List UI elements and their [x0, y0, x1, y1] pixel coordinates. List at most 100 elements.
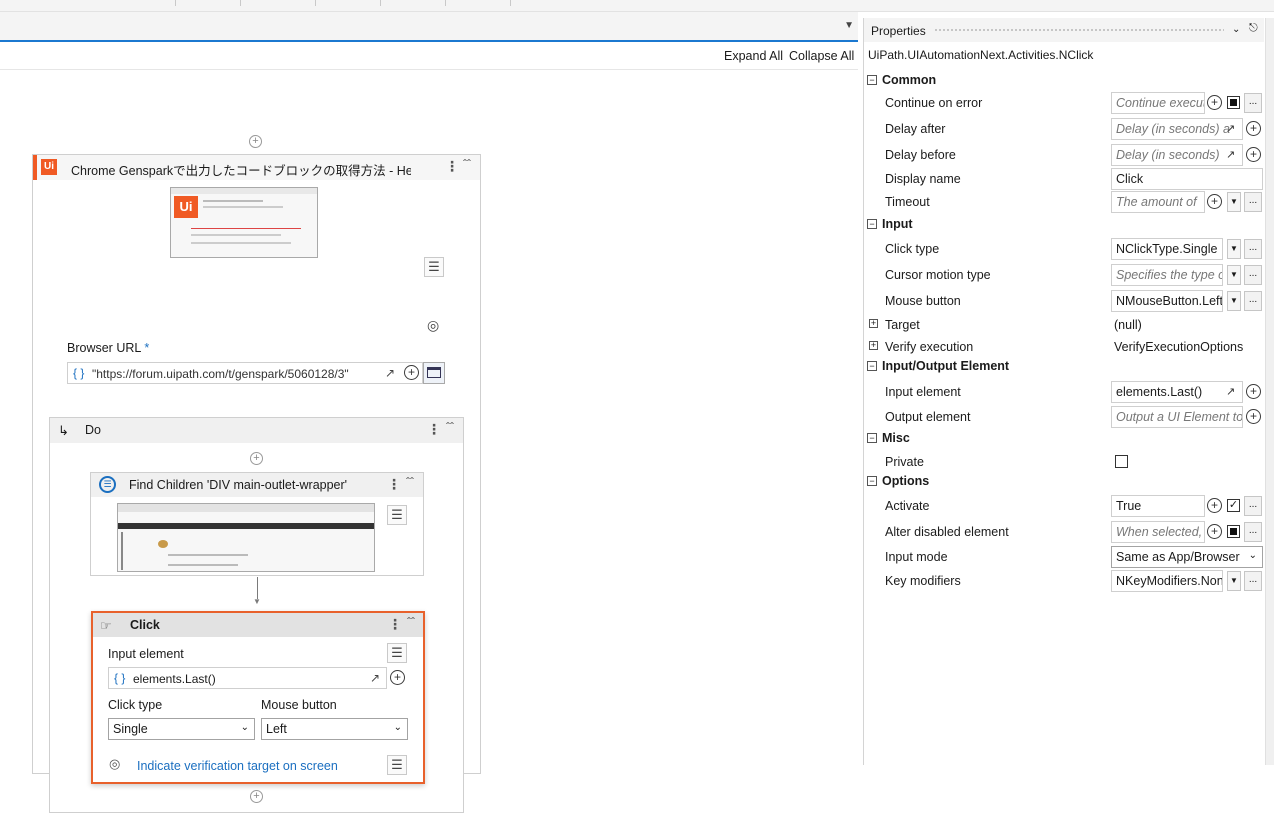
ellipsis-button[interactable]: ...	[1244, 571, 1262, 591]
input-mode-select[interactable]: Same as App/Browser ⌄	[1111, 546, 1263, 568]
category-label: Input	[882, 217, 913, 231]
chevron-down-icon[interactable]: ▼	[844, 20, 854, 31]
expand-collapse-bar: Expand All Collapse All	[0, 42, 858, 70]
checkbox-indeterminate[interactable]	[1227, 525, 1240, 538]
properties-scrollbar[interactable]	[1265, 18, 1274, 765]
dropdown-button[interactable]: ▼	[1227, 265, 1241, 285]
add-activity-icon[interactable]: +	[250, 790, 263, 803]
expand-editor-icon[interactable]: ↗	[1226, 385, 1235, 398]
expand-editor-icon[interactable]: ↗	[385, 366, 395, 380]
alter-disabled-field[interactable]: When selected,	[1111, 521, 1205, 543]
dropdown-button[interactable]: ▼	[1227, 192, 1241, 212]
expand-editor-icon[interactable]: ↗	[370, 671, 380, 685]
more-options-icon[interactable]: ⋮	[427, 421, 441, 438]
add-variable-icon[interactable]: +	[1207, 524, 1222, 539]
indicate-verification-link[interactable]: Indicate verification target on screen	[137, 759, 338, 773]
add-variable-icon[interactable]: +	[1246, 409, 1261, 424]
cursor-motion-field[interactable]: Specifies the type o	[1111, 264, 1223, 286]
collapse-icon[interactable]: ˆˆ	[446, 420, 454, 434]
input-element-field[interactable]: { } elements.Last() ↗	[108, 667, 387, 689]
activate-field[interactable]: True	[1111, 495, 1205, 517]
expand-editor-icon[interactable]: ↗	[1226, 122, 1235, 135]
add-variable-icon[interactable]: +	[1207, 498, 1222, 513]
dropdown-button[interactable]: ▼	[1227, 571, 1241, 591]
more-options-icon[interactable]: ⋮	[388, 616, 402, 633]
output-element-field[interactable]: Output a UI Element to	[1111, 406, 1243, 428]
more-options-icon[interactable]: ⋮	[387, 476, 401, 493]
activate-checkbox[interactable]: ✓	[1227, 499, 1240, 512]
ellipsis-button[interactable]: ...	[1244, 265, 1262, 285]
dropdown-button[interactable]: ▼	[1227, 291, 1241, 311]
pin-icon[interactable]: ⎋	[1249, 22, 1258, 35]
add-variable-icon[interactable]: +	[1246, 147, 1261, 162]
delay-after-field[interactable]: Delay (in seconds) a	[1111, 118, 1243, 140]
key-modifiers-field[interactable]: NKeyModifiers.None	[1111, 570, 1223, 592]
click-type-field[interactable]: NClickType.Single	[1111, 238, 1223, 260]
delay-before-field[interactable]: Delay (in seconds)	[1111, 144, 1243, 166]
verification-menu-button[interactable]: ☰	[387, 755, 407, 775]
add-variable-icon[interactable]: +	[390, 670, 405, 685]
find-children-activity[interactable]: ☰ Find Children 'DIV main-outlet-wrapper…	[90, 472, 424, 576]
ellipsis-button[interactable]: ...	[1244, 239, 1262, 259]
add-variable-icon[interactable]: +	[1246, 384, 1261, 399]
activity-menu-button[interactable]: ☰	[387, 505, 407, 525]
property-name: Private	[885, 455, 924, 469]
expand-all-button[interactable]: Expand All	[724, 49, 783, 63]
chevron-down-icon[interactable]: ⌄	[1232, 24, 1240, 35]
ellipsis-button[interactable]: ...	[1244, 522, 1262, 542]
add-variable-icon[interactable]: +	[1246, 121, 1261, 136]
prop-input-mode: Input mode Same as App/Browser ⌄	[864, 545, 1264, 569]
dropdown-button[interactable]: ▼	[1227, 239, 1241, 259]
collapse-all-button[interactable]: Collapse All	[789, 49, 854, 63]
property-name: Continue on error	[885, 96, 983, 110]
use-browser-activity[interactable]: Ui Chrome Gensparkで出力したコードブロックの取得方法 - He…	[32, 154, 481, 813]
add-activity-icon[interactable]: +	[250, 452, 263, 465]
private-checkbox[interactable]	[1115, 455, 1128, 468]
expand-editor-icon[interactable]: ↗	[1226, 148, 1235, 161]
target-icon[interactable]: ◎	[427, 317, 439, 334]
property-placeholder: When selected,	[1116, 525, 1203, 539]
drag-grip[interactable]	[934, 28, 1224, 33]
add-variable-icon[interactable]: +	[404, 365, 419, 380]
collapse-icon[interactable]: ˆˆ	[407, 615, 415, 629]
ellipsis-button[interactable]: ...	[1244, 496, 1262, 516]
expand-toggle-icon[interactable]: +	[869, 319, 878, 328]
category-input-output-element[interactable]: − Input/Output Element	[864, 356, 1264, 378]
display-name-field[interactable]: Click	[1111, 168, 1263, 190]
collapse-toggle-icon[interactable]: −	[867, 476, 877, 486]
checkbox-indeterminate[interactable]	[1227, 96, 1240, 109]
collapse-icon[interactable]: ˆˆ	[406, 475, 414, 489]
browser-screenshot-thumbnail[interactable]: Ui	[170, 187, 318, 258]
mouse-button-select[interactable]: Left ⌄	[261, 718, 408, 740]
element-screenshot-thumbnail[interactable]	[117, 503, 375, 572]
timeout-field[interactable]: The amount of	[1111, 191, 1205, 213]
browser-url-field[interactable]: { } "https://forum.uipath.com/t/genspark…	[67, 362, 423, 384]
continue-on-error-field[interactable]: Continue executi	[1111, 92, 1205, 114]
expand-toggle-icon[interactable]: +	[869, 341, 878, 350]
collapse-toggle-icon[interactable]: −	[867, 75, 877, 85]
ellipsis-button[interactable]: ...	[1244, 93, 1262, 113]
category-input[interactable]: − Input	[864, 214, 1264, 236]
category-options[interactable]: − Options	[864, 471, 1264, 493]
mouse-button-field[interactable]: NMouseButton.Left	[1111, 290, 1223, 312]
ellipsis-button[interactable]: ...	[1244, 291, 1262, 311]
add-variable-icon[interactable]: +	[1207, 194, 1222, 209]
do-sequence[interactable]: ↳ Do ⋮ ˆˆ + ☰ Find Children 'DIV main-ou…	[49, 417, 464, 813]
category-common[interactable]: − Common	[864, 70, 1264, 92]
add-variable-icon[interactable]: +	[1207, 95, 1222, 110]
click-type-select[interactable]: Single ⌄	[108, 718, 255, 740]
activity-menu-button[interactable]: ☰	[424, 257, 444, 277]
click-activity[interactable]: ☞ Click ⋮ ˆˆ Input element ☰ { } element…	[91, 611, 425, 784]
input-element-menu-button[interactable]: ☰	[387, 643, 407, 663]
collapse-toggle-icon[interactable]: −	[867, 219, 877, 229]
collapse-toggle-icon[interactable]: −	[867, 361, 877, 371]
category-misc[interactable]: − Misc	[864, 428, 1264, 450]
more-options-icon[interactable]: ⋮	[445, 158, 459, 175]
collapse-icon[interactable]: ˆˆ	[463, 157, 471, 171]
browser-window-icon[interactable]	[423, 362, 445, 384]
input-element-field[interactable]: elements.Last()	[1111, 381, 1243, 403]
collapse-toggle-icon[interactable]: −	[867, 433, 877, 443]
add-activity-icon[interactable]: +	[249, 135, 262, 148]
ellipsis-button[interactable]: ...	[1244, 192, 1262, 212]
property-placeholder: Delay (in seconds) a	[1116, 122, 1230, 136]
